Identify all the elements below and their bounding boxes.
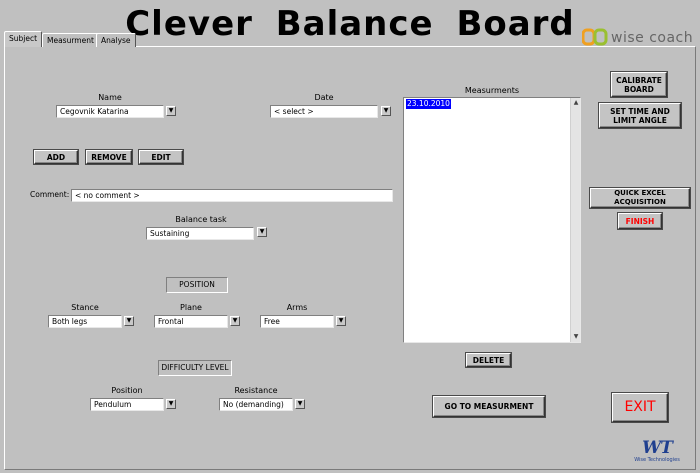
set-time-line1: SET TIME AND [610,106,670,116]
wt-logo-tagline [632,463,682,467]
tab-measurment[interactable]: Measurment [42,33,99,47]
arms-dropdown[interactable]: Free [260,315,334,328]
position-label: Position [111,386,143,395]
date-dropdown[interactable]: < select > [270,105,378,118]
measurments-listbox[interactable]: 23.10.2010 ▲ ▼ [403,97,581,343]
list-item[interactable]: 23.10.2010 [406,99,451,109]
position-dropdown-arrow-icon[interactable]: ▼ [166,399,176,409]
resistance-dropdown[interactable]: No (demanding) [219,398,293,411]
wise-coach-logo-icon [582,28,608,46]
balance-task-label: Balance task [175,215,227,224]
edit-button[interactable]: EDIT [139,150,183,164]
resistance-label: Resistance [234,386,278,395]
balance-task-dropdown-arrow-icon[interactable]: ▼ [257,227,267,237]
calibrate-board-line1: CALIBRATE [616,75,662,85]
stance-label: Stance [71,303,99,312]
stance-dropdown-arrow-icon[interactable]: ▼ [124,316,134,326]
tab-subject[interactable]: Subject [4,31,43,47]
position-dropdown[interactable]: Pendulum [90,398,164,411]
date-label: Date [314,93,334,102]
resistance-dropdown-arrow-icon[interactable]: ▼ [295,399,305,409]
arms-label: Arms [286,303,308,312]
plane-dropdown-arrow-icon[interactable]: ▼ [230,316,240,326]
add-button[interactable]: ADD [34,150,78,164]
scroll-up-icon[interactable]: ▲ [571,98,581,108]
scroll-down-icon[interactable]: ▼ [571,332,581,342]
measurments-scrollbar[interactable]: ▲ ▼ [570,98,580,342]
measurments-label: Measurments [464,86,520,95]
comment-label: Comment: [30,190,70,199]
name-dropdown[interactable]: Cegovnik Katarina [56,105,164,118]
remove-button[interactable]: REMOVE [86,150,132,164]
comment-input[interactable]: < no comment > [71,189,393,202]
set-time-line2: LIMIT ANGLE [613,115,667,125]
calibrate-board-button[interactable]: CALIBRATE BOARD [611,72,667,97]
difficulty-section-header: DIFFICULTY LEVEL [158,360,232,376]
balance-task-dropdown[interactable]: Sustaining [146,227,254,240]
plane-label: Plane [180,303,202,312]
go-to-measurment-button[interactable]: GO TO MEASURMENT [433,396,545,417]
date-dropdown-arrow-icon[interactable]: ▼ [381,106,391,116]
exit-button[interactable]: EXIT [612,393,668,422]
calibrate-board-line2: BOARD [624,84,654,94]
finish-button[interactable]: FINISH [618,213,662,229]
wise-coach-logo-text: wise coach [611,30,694,46]
delete-button[interactable]: DELETE [466,353,511,367]
set-time-limit-angle-button[interactable]: SET TIME AND LIMIT ANGLE [599,103,681,128]
wise-technologies-logo: WT Wise Technologies [632,440,682,468]
stance-dropdown[interactable]: Both legs [48,315,122,328]
name-dropdown-arrow-icon[interactable]: ▼ [166,106,176,116]
tab-analyse[interactable]: Analyse [96,33,136,47]
wt-logo-mark: WT [642,438,673,458]
position-section-header: POSITION [166,277,228,293]
quick-excel-acquisition-button[interactable]: QUICK EXCEL ACQUISITION [590,188,690,208]
plane-dropdown[interactable]: Frontal [154,315,228,328]
arms-dropdown-arrow-icon[interactable]: ▼ [336,316,346,326]
name-label: Name [98,93,122,102]
